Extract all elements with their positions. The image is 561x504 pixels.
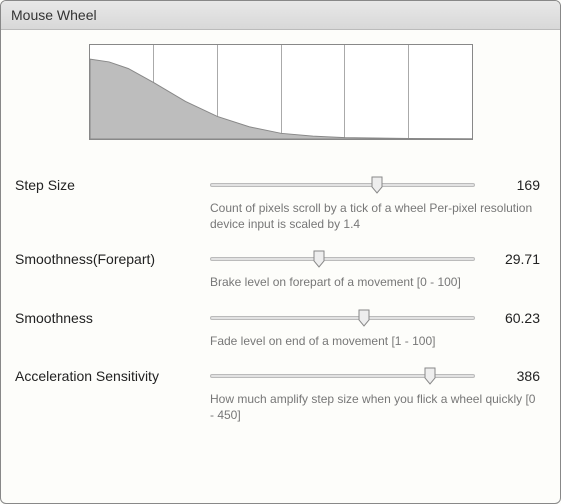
accel-label: Acceleration Sensitivity — [15, 368, 210, 384]
curve-graph-area — [1, 30, 560, 158]
setting-smooth-fore: Smoothness(Forepart) 29.71 — [15, 232, 546, 268]
smooth-fore-label: Smoothness(Forepart) — [15, 251, 210, 267]
accel-value: 386 — [485, 368, 540, 384]
smooth-slider[interactable] — [210, 309, 475, 327]
curve-path — [90, 45, 472, 139]
setting-smooth: Smoothness 60.23 — [15, 291, 546, 327]
smooth-desc: Fade level on end of a movement [1 - 100… — [210, 333, 540, 349]
smooth-value: 60.23 — [485, 310, 540, 326]
slider-thumb[interactable] — [424, 367, 436, 385]
slider-track — [210, 257, 475, 261]
step-size-slider[interactable] — [210, 176, 475, 194]
smooth-label: Smoothness — [15, 310, 210, 326]
accel-slider[interactable] — [210, 367, 475, 385]
panel-title: Mouse Wheel — [1, 1, 560, 30]
step-size-desc: Count of pixels scroll by a tick of a wh… — [210, 200, 540, 232]
slider-thumb[interactable] — [358, 309, 370, 327]
mouse-wheel-panel: Mouse Wheel Step Size 169 — [0, 0, 561, 504]
accel-desc: How much amplify step size when you flic… — [210, 391, 540, 423]
smooth-fore-slider[interactable] — [210, 250, 475, 268]
setting-accel: Acceleration Sensitivity 386 — [15, 349, 546, 385]
setting-step-size: Step Size 169 — [15, 158, 546, 194]
smooth-fore-desc: Brake level on forepart of a movement [0… — [210, 274, 540, 290]
curve-graph — [89, 44, 473, 140]
slider-thumb[interactable] — [371, 176, 383, 194]
smooth-fore-value: 29.71 — [485, 251, 540, 267]
step-size-label: Step Size — [15, 177, 210, 193]
slider-thumb[interactable] — [313, 250, 325, 268]
slider-track — [210, 183, 475, 187]
slider-track — [210, 316, 475, 320]
step-size-value: 169 — [485, 177, 540, 193]
